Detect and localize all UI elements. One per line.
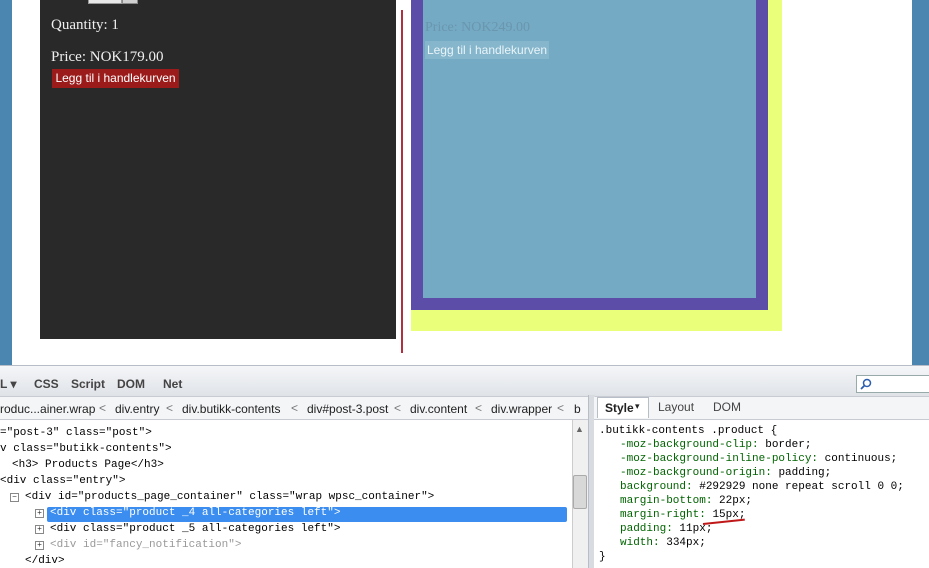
html-tree-panel: ="post-3" class="post"> v class="butikk-… — [0, 420, 572, 568]
firebug-panel: L ▾ CSS Script DOM Net roduc...ainer.wra… — [0, 365, 929, 568]
html-line[interactable]: <div class="product _5 all-categories le… — [50, 523, 340, 535]
expand-icon[interactable]: + — [35, 509, 44, 518]
css-declaration[interactable]: width: 334px; — [620, 537, 706, 549]
chevron-left-icon: < — [99, 401, 107, 415]
breadcrumb-item[interactable]: div.wrapper — [491, 402, 552, 416]
search-icon — [860, 378, 872, 390]
breadcrumb-item[interactable]: b — [574, 402, 581, 416]
css-declaration[interactable]: -moz-background-clip: border; — [620, 439, 811, 451]
css-declaration[interactable]: background: #292929 none repeat scroll 0… — [620, 481, 904, 493]
breadcrumb-item[interactable]: roduc...ainer.wrap — [0, 402, 95, 416]
breadcrumb: roduc...ainer.wrap < div.entry < div.but… — [0, 397, 590, 420]
tab-html[interactable]: L ▾ — [0, 377, 16, 391]
html-line[interactable]: v class="butikk-contents"> — [0, 443, 172, 455]
tab-dom-side[interactable]: DOM — [713, 400, 741, 414]
tab-net[interactable]: Net — [163, 377, 182, 391]
chevron-left-icon: < — [394, 401, 402, 415]
css-declaration[interactable]: -moz-background-origin: padding; — [620, 467, 831, 479]
chevron-left-icon: < — [166, 401, 174, 415]
style-panel: .butikk-contents .product { -moz-backgro… — [594, 420, 929, 568]
product-4-price: Price: NOK179.00 — [51, 49, 164, 65]
css-declaration[interactable]: margin-right: 15px; — [620, 509, 745, 521]
quantity-input[interactable] — [88, 0, 122, 4]
html-line[interactable]: <div id="fancy_notification"> — [50, 539, 241, 551]
html-line-selected[interactable]: <div class="product _4 all-categories le… — [50, 507, 340, 519]
html-line[interactable]: <h3> Products Page</h3> — [12, 459, 164, 471]
product-5-price: Price: NOK249.00 — [425, 20, 530, 35]
css-selector[interactable]: .butikk-contents .product { — [599, 425, 777, 437]
tab-layout[interactable]: Layout — [658, 400, 694, 414]
product-4: Quantity: 1 Price: NOK179.00 Legg til i … — [40, 0, 396, 339]
chevron-left-icon: < — [557, 401, 565, 415]
scroll-up-icon[interactable]: ▲ — [575, 424, 584, 434]
search-input[interactable] — [856, 375, 929, 393]
collapse-icon[interactable]: − — [10, 493, 19, 502]
dropdown-icon: ▾ — [635, 401, 640, 411]
html-line[interactable]: <div id="products_page_container" class=… — [25, 491, 434, 503]
breadcrumb-item[interactable]: div.content — [410, 402, 467, 416]
add-to-cart-button[interactable]: Legg til i handlekurven — [52, 69, 179, 88]
margin-indicator-line — [401, 10, 403, 353]
css-declaration[interactable]: padding: 11px; — [620, 523, 712, 535]
css-rule-close: } — [599, 551, 606, 563]
tab-style[interactable]: Style ▾ — [597, 397, 649, 418]
expand-icon[interactable]: + — [35, 541, 44, 550]
chevron-left-icon: < — [475, 401, 483, 415]
tab-css[interactable]: CSS — [34, 377, 59, 391]
page-viewport: Quantity: 1 Price: NOK179.00 Legg til i … — [12, 0, 912, 365]
quantity-spinner[interactable] — [122, 0, 138, 4]
devtools-tab-bar: L ▾ CSS Script DOM Net — [0, 365, 929, 397]
quantity-value: 1 — [111, 17, 119, 33]
tab-script[interactable]: Script — [71, 377, 105, 391]
quantity-label: Quantity: — [51, 17, 108, 33]
breadcrumb-item[interactable]: div.butikk-contents — [182, 402, 281, 416]
scrollbar-thumb[interactable] — [573, 475, 587, 509]
product-5-content-highlight: Price: NOK249.00 Legg til i handlekurven — [423, 0, 756, 298]
quantity-row: Quantity: 1 — [51, 17, 119, 34]
html-line[interactable]: ="post-3" class="post"> — [0, 427, 152, 439]
html-line[interactable]: <div class="entry"> — [0, 475, 125, 487]
tab-dom[interactable]: DOM — [117, 377, 145, 391]
add-to-cart-button-2[interactable]: Legg til i handlekurven — [425, 41, 549, 59]
css-declaration[interactable]: -moz-background-inline-policy: continuou… — [620, 453, 897, 465]
breadcrumb-item[interactable]: div.entry — [115, 402, 159, 416]
breadcrumb-item[interactable]: div#post-3.post — [307, 402, 388, 416]
tab-style-label: Style — [605, 401, 634, 415]
expand-icon[interactable]: + — [35, 525, 44, 534]
chevron-left-icon: < — [291, 401, 299, 415]
html-line[interactable]: </div> — [25, 555, 65, 567]
css-declaration[interactable]: margin-bottom: 22px; — [620, 495, 752, 507]
